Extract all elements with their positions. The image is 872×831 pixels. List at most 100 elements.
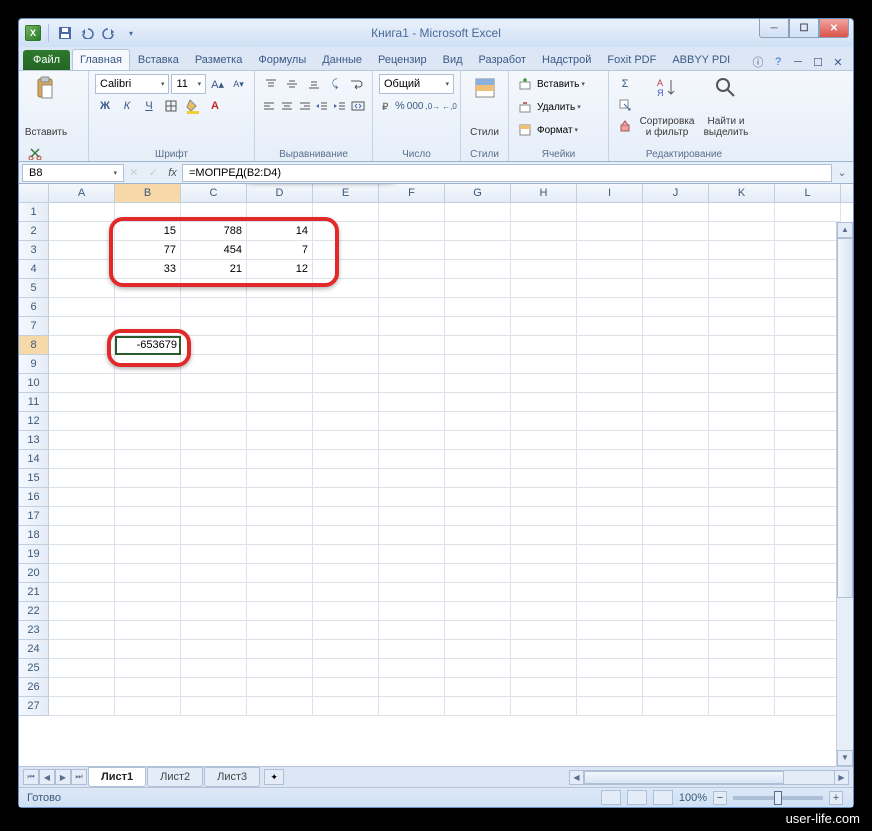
- cell-L3[interactable]: [775, 241, 841, 260]
- vertical-scrollbar[interactable]: ▲ ▼: [836, 222, 853, 766]
- cell-E25[interactable]: [313, 659, 379, 678]
- cell-A1[interactable]: [49, 203, 115, 222]
- row-header-4[interactable]: 4: [19, 260, 49, 279]
- row-header-26[interactable]: 26: [19, 678, 49, 697]
- cell-C12[interactable]: [181, 412, 247, 431]
- row-header-8[interactable]: 8: [19, 336, 49, 355]
- cell-D4[interactable]: 12: [247, 260, 313, 279]
- column-header-F[interactable]: F: [379, 184, 445, 202]
- cell-C16[interactable]: [181, 488, 247, 507]
- cell-L2[interactable]: [775, 222, 841, 241]
- cell-I24[interactable]: [577, 640, 643, 659]
- row-header-21[interactable]: 21: [19, 583, 49, 602]
- cell-A20[interactable]: [49, 564, 115, 583]
- cell-G17[interactable]: [445, 507, 511, 526]
- cell-H4[interactable]: [511, 260, 577, 279]
- cell-F13[interactable]: [379, 431, 445, 450]
- cell-I3[interactable]: [577, 241, 643, 260]
- column-header-C[interactable]: C: [181, 184, 247, 202]
- cell-A21[interactable]: [49, 583, 115, 602]
- row-header-16[interactable]: 16: [19, 488, 49, 507]
- excel-icon[interactable]: X: [25, 25, 41, 41]
- cell-C23[interactable]: [181, 621, 247, 640]
- cell-F24[interactable]: [379, 640, 445, 659]
- cell-G12[interactable]: [445, 412, 511, 431]
- cell-H6[interactable]: [511, 298, 577, 317]
- cell-A16[interactable]: [49, 488, 115, 507]
- align-right-button[interactable]: [297, 96, 313, 116]
- cell-D1[interactable]: [247, 203, 313, 222]
- percent-button[interactable]: %: [395, 96, 405, 116]
- hscroll-thumb[interactable]: [584, 771, 784, 784]
- cell-D2[interactable]: 14: [247, 222, 313, 241]
- cell-E19[interactable]: [313, 545, 379, 564]
- cell-K12[interactable]: [709, 412, 775, 431]
- select-all-corner[interactable]: [19, 184, 49, 202]
- cell-F26[interactable]: [379, 678, 445, 697]
- cell-C11[interactable]: [181, 393, 247, 412]
- cell-I26[interactable]: [577, 678, 643, 697]
- cell-J7[interactable]: [643, 317, 709, 336]
- cell-A17[interactable]: [49, 507, 115, 526]
- cell-C18[interactable]: [181, 526, 247, 545]
- cell-C9[interactable]: [181, 355, 247, 374]
- row-header-27[interactable]: 27: [19, 697, 49, 716]
- cell-D19[interactable]: [247, 545, 313, 564]
- cell-B10[interactable]: [115, 374, 181, 393]
- cell-L15[interactable]: [775, 469, 841, 488]
- file-tab[interactable]: Файл: [23, 50, 70, 70]
- cell-A27[interactable]: [49, 697, 115, 716]
- cell-L8[interactable]: [775, 336, 841, 355]
- row-header-20[interactable]: 20: [19, 564, 49, 583]
- cell-C13[interactable]: [181, 431, 247, 450]
- cell-E22[interactable]: [313, 602, 379, 621]
- increase-decimal-button[interactable]: ,0→: [425, 96, 440, 116]
- cell-J24[interactable]: [643, 640, 709, 659]
- cell-D12[interactable]: [247, 412, 313, 431]
- cell-B26[interactable]: [115, 678, 181, 697]
- align-middle-button[interactable]: [282, 74, 301, 94]
- cell-E8[interactable]: [313, 336, 379, 355]
- cell-A3[interactable]: [49, 241, 115, 260]
- cell-B12[interactable]: [115, 412, 181, 431]
- cell-G16[interactable]: [445, 488, 511, 507]
- cell-C15[interactable]: [181, 469, 247, 488]
- cell-E9[interactable]: [313, 355, 379, 374]
- cell-L5[interactable]: [775, 279, 841, 298]
- border-button[interactable]: [161, 96, 181, 116]
- cell-B18[interactable]: [115, 526, 181, 545]
- mdi-minimize-icon[interactable]: ─: [791, 56, 805, 68]
- cell-H13[interactable]: [511, 431, 577, 450]
- cell-A10[interactable]: [49, 374, 115, 393]
- cell-I8[interactable]: [577, 336, 643, 355]
- cell-I11[interactable]: [577, 393, 643, 412]
- cell-I19[interactable]: [577, 545, 643, 564]
- autosum-button[interactable]: Σ: [615, 74, 635, 94]
- cell-I15[interactable]: [577, 469, 643, 488]
- cell-D20[interactable]: [247, 564, 313, 583]
- zoom-slider[interactable]: [733, 796, 823, 800]
- cell-B22[interactable]: [115, 602, 181, 621]
- cell-I17[interactable]: [577, 507, 643, 526]
- cell-B1[interactable]: [115, 203, 181, 222]
- save-button[interactable]: [56, 24, 74, 42]
- cell-I6[interactable]: [577, 298, 643, 317]
- ribbon-tab-разметка[interactable]: Разметка: [187, 49, 251, 70]
- cell-D9[interactable]: [247, 355, 313, 374]
- cell-F12[interactable]: [379, 412, 445, 431]
- cell-F1[interactable]: [379, 203, 445, 222]
- cell-B25[interactable]: [115, 659, 181, 678]
- cell-B13[interactable]: [115, 431, 181, 450]
- cell-L10[interactable]: [775, 374, 841, 393]
- cell-E17[interactable]: [313, 507, 379, 526]
- ribbon-tab-надстрой[interactable]: Надстрой: [534, 49, 599, 70]
- minimize-button[interactable]: ─: [759, 19, 789, 38]
- align-bottom-button[interactable]: [304, 74, 323, 94]
- cell-F16[interactable]: [379, 488, 445, 507]
- align-top-button[interactable]: [261, 74, 280, 94]
- cell-H25[interactable]: [511, 659, 577, 678]
- cell-J27[interactable]: [643, 697, 709, 716]
- cell-H23[interactable]: [511, 621, 577, 640]
- cell-H7[interactable]: [511, 317, 577, 336]
- ribbon-tab-вид[interactable]: Вид: [435, 49, 471, 70]
